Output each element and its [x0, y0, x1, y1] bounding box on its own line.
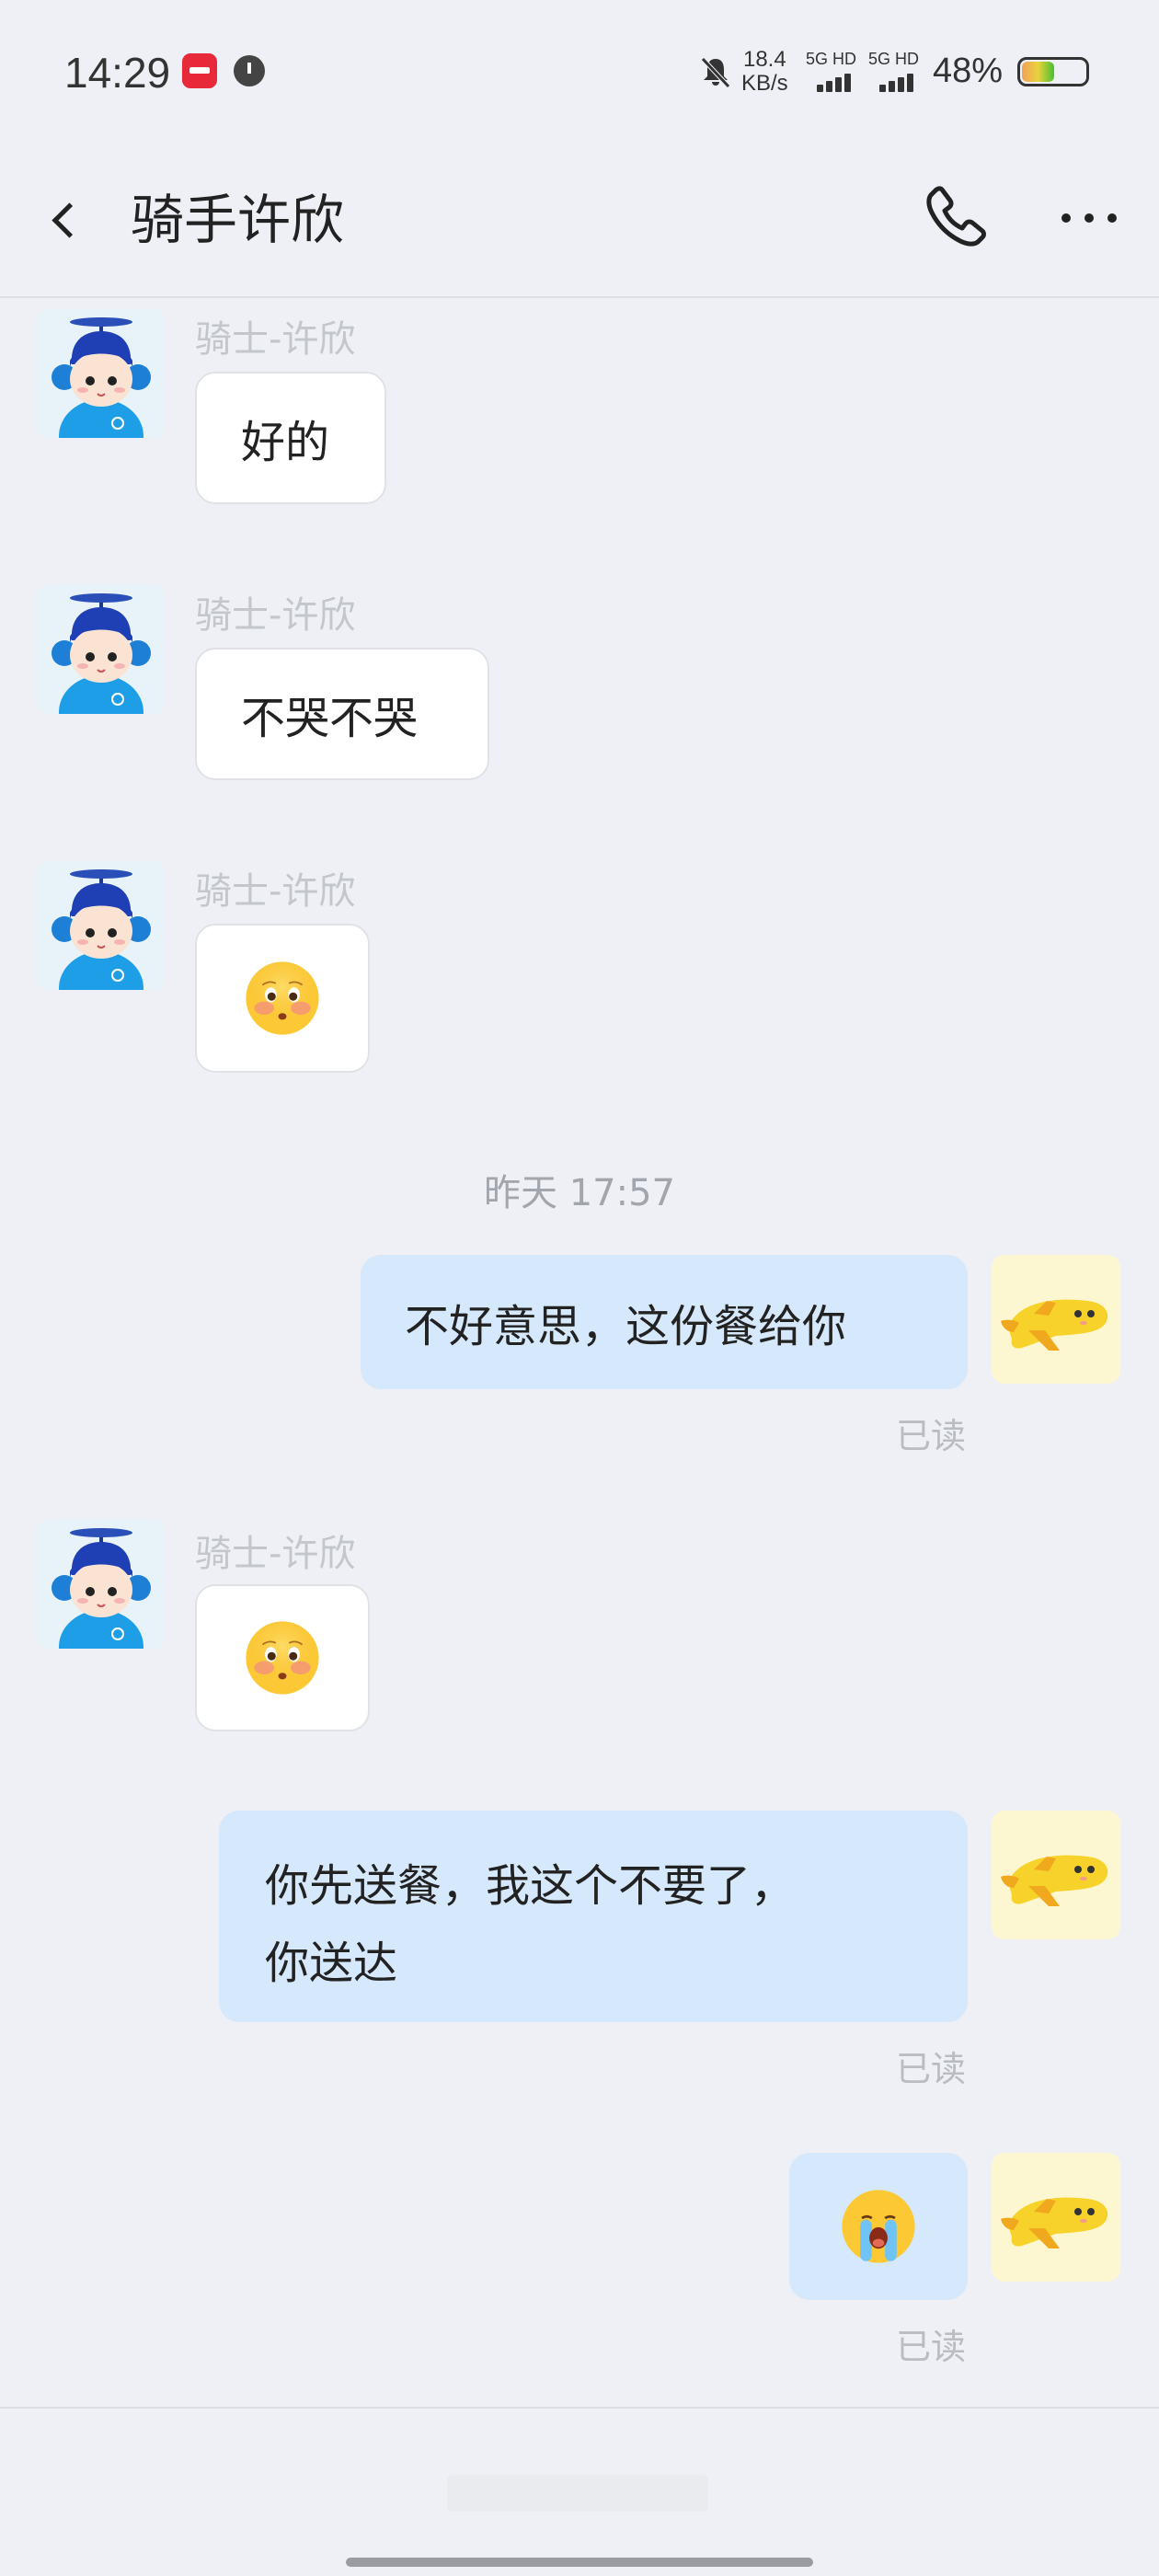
timer-icon — [234, 55, 265, 86]
status-time: 14:29 — [64, 49, 171, 97]
network-type-2: 5G HD — [868, 50, 920, 68]
message-bubble[interactable] — [789, 2153, 968, 2300]
page-title: 骑手许欣 — [131, 189, 345, 251]
rider-avatar[interactable] — [37, 309, 166, 438]
message-text: 不好意思，这份餐给你 — [405, 1301, 847, 1352]
message-bubble[interactable]: 好的 — [195, 372, 386, 504]
message-bubble[interactable]: 不好意思，这份餐给你 — [361, 1255, 968, 1389]
message-text: 不哭不哭 — [241, 693, 419, 744]
more-button[interactable] — [1056, 178, 1122, 252]
my-avatar[interactable] — [992, 1255, 1120, 1384]
message-bubble[interactable] — [195, 1584, 370, 1731]
read-status: 已读 — [895, 2327, 966, 2367]
message-text-line: 你送达 — [265, 1938, 398, 1989]
rider-avatar[interactable] — [37, 861, 166, 990]
battery-icon — [1017, 57, 1089, 86]
sender-name: 骑士-许欣 — [195, 594, 356, 637]
read-status: 已读 — [895, 1416, 966, 1456]
network-speed-value: 18.4 — [742, 47, 786, 72]
signal-bars-icon — [879, 74, 922, 92]
chat-header: 骑手许欣 — [0, 138, 1159, 298]
status-bar: 14:29 18.4 KB/s 5G HD 5G HD 48% — [0, 0, 1159, 138]
battery-percent: 48% — [933, 52, 1004, 90]
battery-fill — [1022, 62, 1054, 82]
my-avatar[interactable] — [992, 1811, 1120, 1939]
bell-muted-icon — [701, 57, 730, 88]
message-text: 好的 — [241, 417, 330, 468]
sender-name: 骑士-许欣 — [195, 318, 356, 361]
my-avatar[interactable] — [992, 2153, 1120, 2282]
rider-avatar[interactable] — [37, 1520, 166, 1649]
network-speed: 18.4 KB/s — [741, 48, 788, 96]
message-text-line: 你先送餐，我这个不要了， — [265, 1860, 796, 1912]
sender-name: 骑士-许欣 — [195, 870, 356, 913]
call-button[interactable] — [920, 178, 993, 252]
read-status: 已读 — [895, 2049, 966, 2089]
sender-name: 骑士-许欣 — [195, 1533, 356, 1575]
blushing-face-emoji-icon — [241, 1616, 324, 1699]
network-speed-unit: KB/s — [741, 71, 788, 96]
network-type-1: 5G HD — [806, 50, 857, 68]
phone-icon — [926, 186, 986, 247]
xiaohongshu-app-icon — [182, 53, 217, 88]
blushing-face-emoji-icon — [241, 957, 324, 1040]
crying-face-emoji-icon — [837, 2185, 920, 2268]
message-timestamp: 昨天 17:57 — [484, 1172, 675, 1214]
message-bubble[interactable]: 不哭不哭 — [195, 648, 489, 780]
message-bubble[interactable]: 你先送餐，我这个不要了， 你送达 — [219, 1811, 968, 2022]
signal-bars-icon — [817, 74, 859, 92]
rider-avatar[interactable] — [37, 585, 166, 714]
home-indicator[interactable] — [346, 2558, 813, 2567]
back-button[interactable] — [37, 177, 92, 259]
message-bubble[interactable] — [195, 924, 370, 1073]
input-placeholder-area[interactable] — [447, 2475, 708, 2512]
